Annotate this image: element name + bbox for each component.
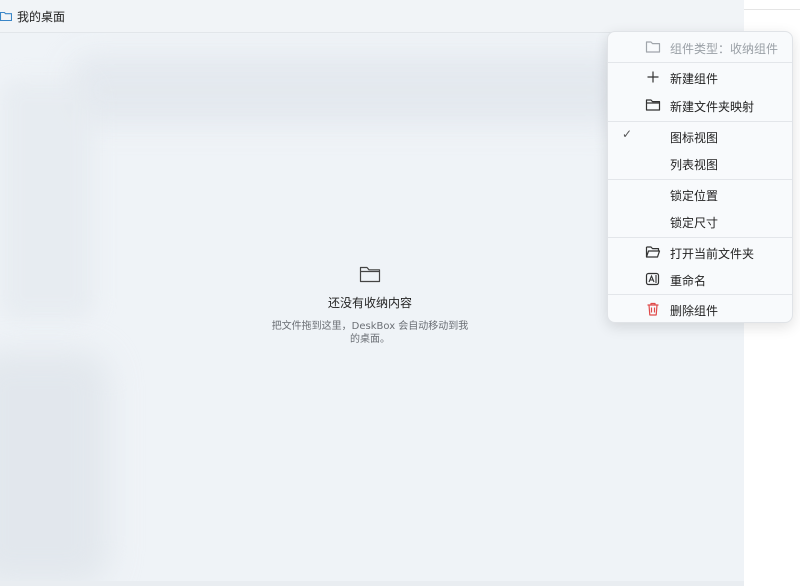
context-menu: 组件类型：收纳组件 新建组件 新建文件夹映射 ✓ 图标视图 列表视图 锁定位置 … [607, 31, 793, 323]
menu-item-label: 打开当前文件夹 [670, 247, 755, 261]
menu-separator [608, 62, 792, 63]
empty-description: 把文件拖到这里，DeskBox 会自动移动到我的桌面。 [271, 321, 469, 345]
empty-title: 还没有收纳内容 [327, 296, 412, 310]
blurred-background [0, 350, 110, 586]
menu-separator [608, 237, 792, 238]
divider [744, 9, 800, 10]
menu-item-label: 图标视图 [670, 131, 719, 145]
menu-item-lock-position[interactable]: 锁定位置 [608, 181, 792, 207]
menu-item-lock-size[interactable]: 锁定尺寸 [608, 208, 792, 234]
menu-item-delete-widget[interactable]: 删除组件 [608, 296, 792, 322]
menu-item-label: 锁定位置 [670, 189, 719, 203]
divider [0, 581, 744, 586]
menu-separator [608, 179, 792, 180]
folder-icon [645, 97, 661, 113]
folder-open-icon [645, 244, 661, 260]
trash-icon [645, 301, 661, 317]
widget-title: 我的桌面 [17, 9, 66, 24]
menu-item-label: 列表视图 [670, 158, 719, 172]
menu-item-open-folder[interactable]: 打开当前文件夹 [608, 239, 792, 265]
blurred-background [70, 55, 630, 125]
menu-item-label: 锁定尺寸 [670, 216, 719, 230]
menu-separator [608, 294, 792, 295]
menu-item-label: 重命名 [670, 274, 707, 288]
menu-item-new-folder-mapping[interactable]: 新建文件夹映射 [608, 92, 792, 118]
empty-state: 还没有收纳内容 把文件拖到这里，DeskBox 会自动移动到我的桌面。 [240, 265, 500, 346]
rename-icon [645, 271, 661, 287]
menu-item-label: 新建文件夹映射 [670, 100, 755, 114]
folder-icon [359, 265, 381, 283]
menu-item-label: 组件类型：收纳组件 [670, 42, 779, 56]
menu-item-rename[interactable]: 重命名 [608, 266, 792, 292]
plus-icon [645, 69, 661, 85]
menu-item-list-view[interactable]: 列表视图 [608, 150, 792, 176]
check-icon: ✓ [622, 127, 633, 141]
menu-item-new-widget[interactable]: 新建组件 [608, 64, 792, 90]
menu-item-widget-type: 组件类型：收纳组件 [608, 34, 792, 60]
menu-item-icon-view[interactable]: ✓ 图标视图 [608, 123, 792, 149]
menu-item-label: 新建组件 [670, 72, 719, 86]
menu-separator [608, 121, 792, 122]
folder-icon [645, 39, 661, 55]
folder-icon [0, 11, 12, 21]
menu-item-label: 删除组件 [670, 304, 719, 318]
widget-header[interactable]: 我的桌面 [0, 0, 744, 33]
blurred-background [0, 80, 95, 320]
